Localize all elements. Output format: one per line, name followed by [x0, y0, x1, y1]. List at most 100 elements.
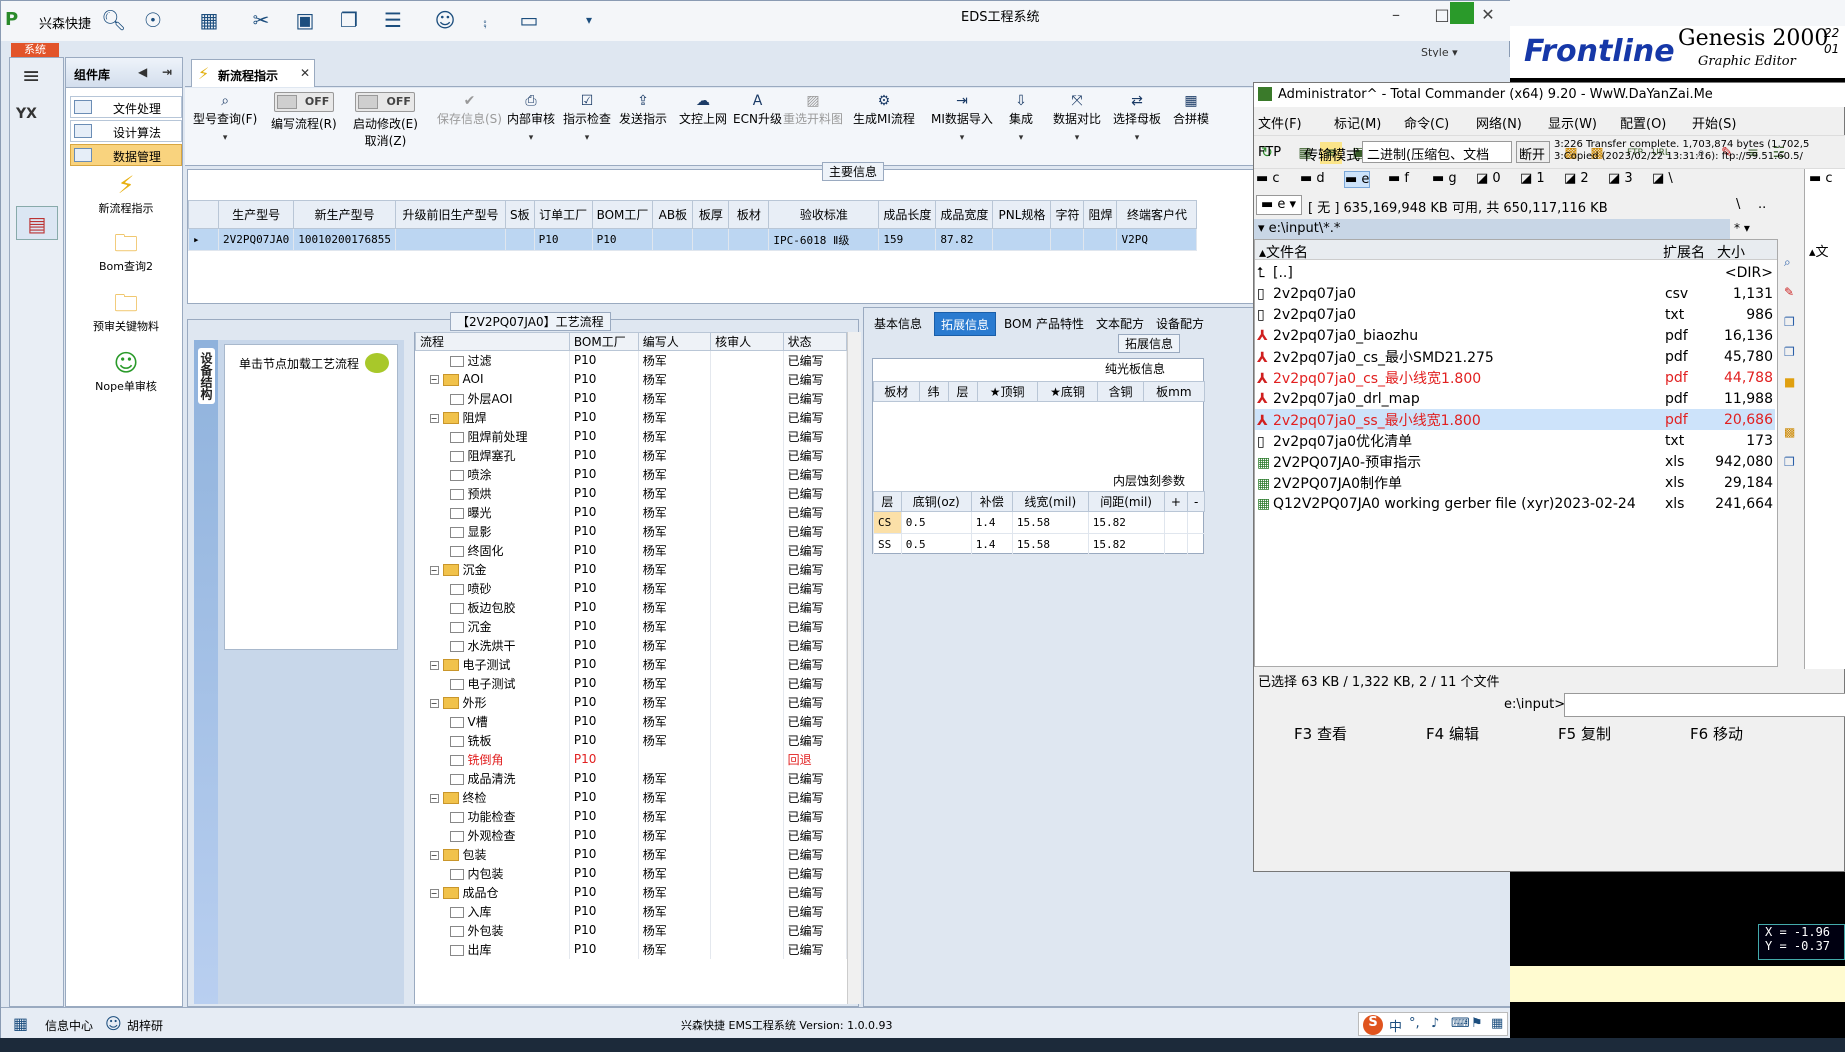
col-header[interactable]: 成品长度	[878, 200, 937, 229]
menu-config[interactable]: 配置(O)	[1620, 113, 1666, 132]
library-prereview-materials[interactable]: 🗀 预审关键物料	[70, 290, 182, 334]
tree-row[interactable]: 电子测试 P10 杨军 已编写	[415, 673, 848, 693]
monitor-icon[interactable]: ▭	[517, 9, 541, 31]
device-structure-sidebar[interactable]: 设备结构	[194, 340, 218, 1004]
file-row[interactable]: ▦ 2V2PQ07JA0制作单 xls 29,184	[1255, 472, 1775, 493]
f5-copy-button[interactable]: F5 复制	[1558, 723, 1611, 744]
calendar-icon[interactable]: ▤	[16, 206, 58, 240]
library-nope-review[interactable]: ☺ Nope单审核	[70, 350, 182, 394]
tree-row[interactable]: 外观检查 P10 杨军 已编写	[415, 825, 848, 845]
copy-icon[interactable]: ❐	[1784, 315, 1795, 329]
col-header[interactable]: 纬	[918, 381, 949, 402]
system-tag[interactable]: 系统	[11, 43, 59, 57]
col-header[interactable]: 补偿	[970, 491, 1013, 512]
minimize-icon[interactable]: –	[1381, 5, 1411, 27]
tree-vertical-scrollbar[interactable]	[847, 332, 861, 1004]
disconnect-button[interactable]: 断开	[1516, 141, 1550, 163]
tree-row[interactable]: 板边包胶 P10 杨军 已编写	[415, 597, 848, 617]
drive-button[interactable]: ◪ \	[1652, 171, 1673, 186]
tree-row[interactable]: 喷砂 P10 杨军 已编写	[415, 578, 848, 598]
tree-row[interactable]: 功能检查 P10 杨军 已编写	[415, 806, 848, 826]
doc-control-online-button[interactable]: ☁ 文控上网	[679, 92, 727, 127]
collapse-left-icon[interactable]: ◀	[138, 65, 147, 79]
path-bar[interactable]: ▾ e:\input\*.*	[1254, 219, 1730, 239]
col-header[interactable]: 编写人	[637, 332, 712, 351]
info-center-link[interactable]: 信息中心	[45, 1017, 93, 1034]
chevron-down-icon[interactable]: ▾	[507, 133, 555, 143]
col-header[interactable]: AB板	[652, 200, 694, 229]
file-row[interactable]: ▦ 2V2PQ07JA0-预审指示 xls 942,080	[1255, 451, 1775, 472]
menu-command[interactable]: 命令(C)	[1404, 113, 1449, 132]
toggle-switch[interactable]: OFF	[355, 92, 416, 112]
col-header[interactable]: 成品宽度	[935, 200, 994, 229]
tab-product-features[interactable]: 产品特性	[1030, 312, 1090, 336]
integrate-button[interactable]: ⇩ 集成 ▾	[1009, 92, 1033, 143]
file-row[interactable]: ⅄ 2v2pq07ja0_drl_map pdf 11,988	[1255, 388, 1775, 409]
col-header[interactable]: 含铜	[1097, 381, 1144, 402]
grid-icon[interactable]: ▦	[197, 9, 221, 31]
tree-row[interactable]: 终固化 P10 杨军 已编写	[415, 540, 848, 560]
table-row[interactable]: SS 0.5 1.4 15.58 15.82	[873, 533, 1205, 556]
drive-button[interactable]: ◪ 1	[1520, 171, 1545, 186]
ime-punct-icon[interactable]: °,	[1409, 1016, 1420, 1031]
tab-extended-info[interactable]: 拓展信息	[934, 312, 997, 336]
toggle-switch[interactable]: OFF	[273, 92, 334, 112]
yx-logo-icon[interactable]: YX	[16, 106, 58, 146]
collapse-icon[interactable]: −	[429, 850, 439, 860]
film-icon[interactable]: ▣	[293, 9, 317, 31]
tree-row[interactable]: − 电子测试 P10 杨军 已编写	[415, 654, 848, 674]
col-header[interactable]: 订单工厂	[533, 200, 593, 229]
user-icon[interactable]: ☺	[433, 9, 457, 31]
history-button[interactable]: * ▾	[1734, 221, 1750, 235]
library-bom-query[interactable]: 🗀 Bom查询2	[70, 230, 182, 274]
collapse-icon[interactable]: −	[429, 793, 439, 803]
col-header[interactable]: 字符	[1050, 200, 1085, 229]
col-header[interactable]: 层	[947, 381, 978, 402]
tree-row[interactable]: − 沉金 P10 杨军 已编写	[415, 559, 848, 579]
grid-icon[interactable]	[1450, 2, 1474, 24]
file-row[interactable]: ⮤ [..] <DIR>	[1255, 262, 1775, 283]
file-row[interactable]: ▯ 2v2pq07ja0优化清单 txt 173	[1255, 430, 1775, 451]
col-name-header[interactable]: ▴文件名	[1259, 242, 1308, 262]
col-header[interactable]: +	[1163, 491, 1189, 512]
col-header[interactable]: ★底铜	[1036, 381, 1099, 402]
chevron-down-icon[interactable]: ▾	[1009, 133, 1033, 143]
generate-mi-flow-button[interactable]: ⚙ 生成MI流程	[853, 92, 915, 127]
copy-icon[interactable]: ❐	[337, 9, 361, 31]
windows-grid-icon[interactable]: ▦	[13, 1014, 28, 1033]
table-row[interactable]: CS 0.5 1.4 15.58 15.82	[873, 511, 1205, 534]
tab-close-icon[interactable]: ✕	[300, 66, 310, 80]
customize-icon[interactable]: ▾	[577, 9, 601, 31]
file-row[interactable]: ⅄ 2v2pq07ja0_biaozhu pdf 16,136	[1255, 325, 1775, 346]
col-header[interactable]: S板	[504, 200, 535, 229]
tree-row[interactable]: 外层AOI P10 杨军 已编写	[415, 388, 848, 408]
col-header[interactable]: BOM工厂	[568, 332, 639, 351]
chevron-down-icon[interactable]: ▾	[1113, 133, 1161, 143]
drive-button[interactable]: ▬ f	[1388, 171, 1409, 186]
col-header[interactable]: 间距(mil)	[1087, 491, 1165, 512]
chevron-down-icon[interactable]: ▾	[1053, 133, 1101, 143]
file-row[interactable]: ▦ Q12V2PQ07JA0 working gerber file (xyr)2…	[1255, 493, 1775, 514]
col-header[interactable]: 流程	[415, 332, 570, 351]
move-icon[interactable]: ❐	[1784, 345, 1795, 359]
right-col-header[interactable]: ▴文	[1809, 241, 1829, 260]
file-row[interactable]: ⅄ 2v2pq07ja0_cs_最小SMD21.275 pdf 45,780	[1255, 346, 1775, 367]
tree-row[interactable]: 外包装 P10 杨军 已编写	[415, 920, 848, 940]
tree-row[interactable]: 内包装 P10 杨军 已编写	[415, 863, 848, 883]
microphone-icon[interactable]: ♪	[1431, 1016, 1439, 1031]
node-card-inner[interactable]: 单击节点加载工艺流程	[224, 344, 398, 650]
tab-text-recipe[interactable]: 文本配方	[1090, 312, 1150, 336]
reselect-cutting-button[interactable]: ▨ 重选开料图	[783, 92, 843, 127]
list-icon[interactable]: ☰	[381, 9, 405, 31]
collapse-icon[interactable]: −	[429, 888, 439, 898]
help-icon[interactable]: ☉	[141, 9, 165, 31]
keyboard-icon[interactable]: ⌨	[1451, 1016, 1470, 1031]
toolbox-icon[interactable]: ▦	[1491, 1016, 1503, 1031]
f6-move-button[interactable]: F6 移动	[1690, 723, 1743, 744]
menu-file[interactable]: 文件(F)	[1258, 113, 1302, 132]
instruction-check-button[interactable]: ☑ 指示检查 ▾	[563, 92, 611, 143]
col-header[interactable]: 板mm	[1142, 381, 1206, 402]
tree-row[interactable]: 曝光 P10 杨军 已编写	[415, 502, 848, 522]
menu-net[interactable]: 网络(N)	[1476, 113, 1522, 132]
file-row[interactable]: ⅄ 2v2pq07ja0_ss_最小线宽1.800 pdf 20,686	[1255, 409, 1775, 430]
